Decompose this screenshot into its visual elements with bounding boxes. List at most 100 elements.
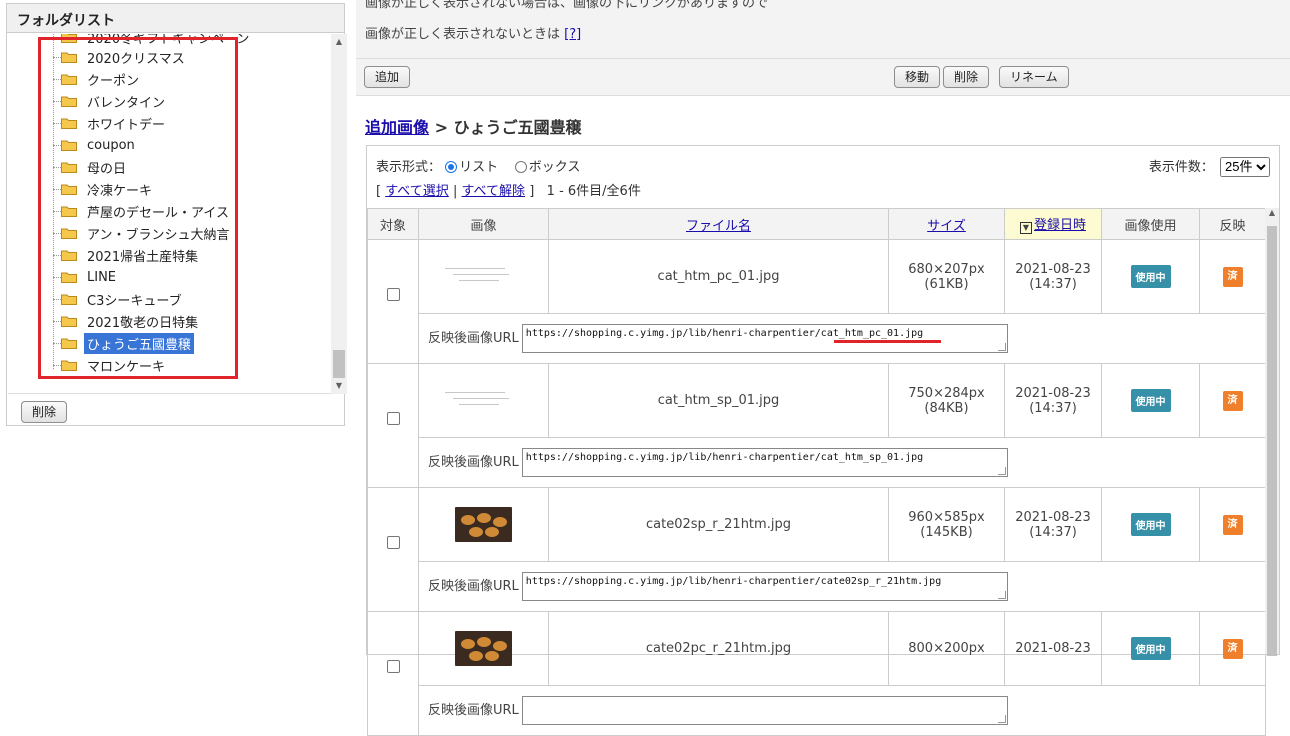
toolbar: 追加 移動 削除 リネーム <box>356 58 1290 96</box>
url-label: 反映後画像URL <box>428 703 519 718</box>
usage-cell: 使用中 <box>1101 363 1200 438</box>
reflect-cell: 済 <box>1199 611 1266 686</box>
image-cell <box>418 239 549 314</box>
scroll-thumb[interactable] <box>333 350 345 378</box>
deselect-all-link[interactable]: すべて解除 <box>461 184 525 199</box>
col-target: 対象 <box>367 208 419 240</box>
scroll-up-icon[interactable]: ▲ <box>331 34 347 50</box>
help-link[interactable]: [?] <box>564 27 581 42</box>
display-format: 表示形式： リスト ボックス <box>376 160 581 175</box>
main-panel: 画像が正しく表示されない場合は、画像の下にリンクがありますので 画像が正しく表示… <box>356 0 1290 736</box>
resize-grip-icon[interactable] <box>997 467 1006 475</box>
resize-grip-icon[interactable] <box>997 343 1006 351</box>
scroll-thumb[interactable] <box>1267 226 1277 656</box>
filename-cell: cat_htm_pc_01.jpg <box>548 239 889 314</box>
image-cell <box>418 487 549 562</box>
row-checkbox[interactable] <box>386 412 400 425</box>
reflect-cell: 済 <box>1199 239 1266 314</box>
breadcrumb: 追加画像 > ひょうご五國豊穣 <box>365 118 582 137</box>
url-cell: 反映後画像URL https://shopping.c.yimg.jp/lib/h… <box>418 437 1266 488</box>
target-cell <box>367 239 419 364</box>
row-checkbox[interactable] <box>386 288 400 301</box>
sort-date-link[interactable]: 登録日時 <box>1034 218 1086 233</box>
move-button[interactable]: 移動 <box>894 66 941 88</box>
breadcrumb-current: ひょうご五國豊穣 <box>453 118 582 137</box>
date-cell: 2021-08-23 (14:37) <box>1004 239 1102 314</box>
notice-area: 画像が正しく表示されない場合は、画像の下にリンクがありますので 画像が正しく表示… <box>356 0 1290 58</box>
filename-cell: cate02sp_r_21htm.jpg <box>548 487 889 562</box>
table-row: cate02pc_r_21htm.jpg 800×200px 2021-08-23 使… <box>367 611 1266 736</box>
image-table: 対象 画像 ファイル名 サイズ ▼ 登録日時 画像使用 反映 cat_htm_pc… <box>367 208 1266 736</box>
table-row: cat_htm_pc_01.jpg 680×207px (61KB) 2021-08-… <box>367 239 1266 364</box>
delete-button[interactable]: 削除 <box>943 66 990 88</box>
sort-size-link[interactable]: サイズ <box>927 219 966 234</box>
url-cell: 反映後画像URL <box>418 685 1266 736</box>
image-url-field[interactable]: https://shopping.c.yimg.jp/lib/henri-cha… <box>521 324 1008 353</box>
per-page-select[interactable]: 25件 <box>1220 156 1270 177</box>
resize-grip-icon[interactable] <box>997 715 1006 723</box>
table-scrollbar[interactable]: ▲ <box>1265 208 1279 656</box>
notice-text: 画像が正しく表示されないときは [?] <box>365 27 582 42</box>
col-date: ▼ 登録日時 <box>1004 208 1102 240</box>
sort-filename-link[interactable]: ファイル名 <box>686 219 751 234</box>
url-row: 反映後画像URL https://shopping.c.yimg.jp/lib/h… <box>368 313 1266 364</box>
url-row: 反映後画像URL https://shopping.c.yimg.jp/lib/h… <box>368 561 1266 612</box>
in-use-badge: 使用中 <box>1130 389 1171 412</box>
usage-cell: 使用中 <box>1101 487 1200 562</box>
row-checkbox[interactable] <box>386 660 400 673</box>
image-url-field[interactable]: https://shopping.c.yimg.jp/lib/henri-cha… <box>521 572 1008 601</box>
size-cell: 960×585px (145KB) <box>888 487 1005 562</box>
size-cell: 750×284px (84KB) <box>888 363 1005 438</box>
folder-panel-title: フォルダリスト <box>7 4 344 33</box>
image-thumbnail[interactable] <box>440 261 527 292</box>
url-row: 反映後画像URL https://shopping.c.yimg.jp/lib/h… <box>368 437 1266 488</box>
url-row: 反映後画像URL <box>368 685 1266 736</box>
folder-delete-button[interactable]: 削除 <box>21 401 68 423</box>
image-cell <box>418 611 549 686</box>
size-cell: 800×200px <box>888 611 1005 686</box>
list-radio[interactable] <box>445 161 458 173</box>
col-filename: ファイル名 <box>548 208 889 240</box>
image-url-field[interactable]: https://shopping.c.yimg.jp/lib/henri-cha… <box>521 448 1008 477</box>
url-cell: 反映後画像URL https://shopping.c.yimg.jp/lib/h… <box>418 561 1266 612</box>
col-size: サイズ <box>888 208 1005 240</box>
rename-button[interactable]: リネーム <box>999 66 1069 88</box>
folder-scrollbar[interactable]: ▲ ▼ <box>331 34 347 394</box>
date-cell: 2021-08-23 <box>1004 611 1102 686</box>
image-thumbnail[interactable] <box>455 507 512 542</box>
result-count: 1 - 6件目/全6件 <box>546 184 641 199</box>
scroll-down-icon[interactable]: ▼ <box>331 378 347 394</box>
in-use-badge: 使用中 <box>1130 513 1171 536</box>
reflect-cell: 済 <box>1199 487 1266 562</box>
reflected-badge: 済 <box>1222 390 1243 411</box>
url-label: 反映後画像URL <box>428 331 519 346</box>
select-all-link[interactable]: すべて選択 <box>385 184 449 199</box>
target-cell <box>367 487 419 612</box>
url-label: 反映後画像URL <box>428 579 519 594</box>
scroll-up-icon[interactable]: ▲ <box>1265 208 1279 217</box>
image-thumbnail[interactable] <box>455 631 512 666</box>
folder-highlight-box <box>38 37 238 379</box>
breadcrumb-root-link[interactable]: 追加画像 <box>365 118 429 137</box>
row-checkbox[interactable] <box>386 536 400 549</box>
usage-cell: 使用中 <box>1101 611 1200 686</box>
url-highlight-underline <box>834 340 941 343</box>
box-radio[interactable] <box>514 161 527 173</box>
reflected-badge: 済 <box>1222 266 1243 287</box>
resize-grip-icon[interactable] <box>997 591 1006 599</box>
reflect-cell: 済 <box>1199 363 1266 438</box>
selection-links: [ すべて選択 | すべて解除 ] 1 - 6件目/全6件 <box>376 184 641 199</box>
per-page: 表示件数： 25件 <box>1149 156 1270 177</box>
filename-cell: cate02pc_r_21htm.jpg <box>548 611 889 686</box>
image-thumbnail[interactable] <box>440 385 527 416</box>
image-url-field[interactable] <box>521 696 1008 725</box>
target-cell <box>367 363 419 488</box>
table-row: cat_htm_sp_01.jpg 750×284px (84KB) 2021-08-… <box>367 363 1266 488</box>
usage-cell: 使用中 <box>1101 239 1200 314</box>
in-use-badge: 使用中 <box>1130 637 1171 660</box>
date-cell: 2021-08-23 (14:37) <box>1004 487 1102 562</box>
notice-cut-text: 画像が正しく表示されない場合は、画像の下にリンクがありますので <box>365 0 769 11</box>
add-button[interactable]: 追加 <box>364 66 411 88</box>
in-use-badge: 使用中 <box>1130 265 1171 288</box>
table-row: cate02sp_r_21htm.jpg 960×585px (145KB) 2021… <box>367 487 1266 612</box>
